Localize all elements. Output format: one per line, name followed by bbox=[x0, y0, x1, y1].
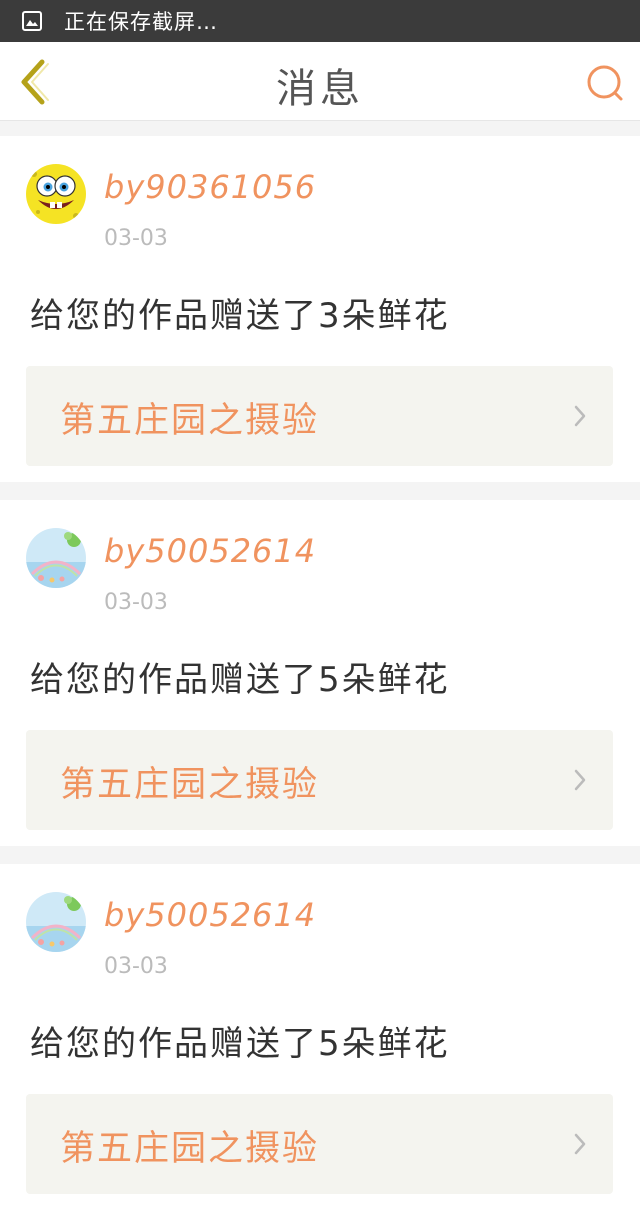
landscape-avatar-icon bbox=[26, 528, 86, 588]
username[interactable]: by50052614 bbox=[104, 532, 316, 570]
spongebob-avatar-icon bbox=[26, 164, 86, 224]
message-card: by90361056 03-03 给您的作品赠送了3朵鲜花 第五庄园之摄验 bbox=[0, 136, 640, 482]
work-link[interactable]: 第五庄园之摄验 bbox=[26, 366, 613, 466]
message-date: 03-03 bbox=[104, 954, 168, 979]
message-text: 给您的作品赠送了3朵鲜花 bbox=[30, 296, 450, 336]
work-link[interactable]: 第五庄园之摄验 bbox=[26, 1094, 613, 1194]
work-title: 第五庄园之摄验 bbox=[60, 765, 320, 805]
message-text: 给您的作品赠送了5朵鲜花 bbox=[30, 1024, 450, 1064]
work-link[interactable]: 第五庄园之摄验 bbox=[26, 730, 613, 830]
page-title: 消息 bbox=[276, 66, 364, 112]
message-card: by50052614 03-03 给您的作品赠送了5朵鲜花 第五庄园之摄验 bbox=[0, 864, 640, 1210]
message-card: by50052614 03-03 给您的作品赠送了5朵鲜花 第五庄园之摄验 bbox=[0, 500, 640, 846]
message-date: 03-03 bbox=[104, 226, 168, 251]
app-header: 消息 bbox=[0, 42, 640, 121]
message-text: 给您的作品赠送了5朵鲜花 bbox=[30, 660, 450, 700]
search-icon bbox=[587, 65, 623, 101]
user-avatar[interactable] bbox=[26, 528, 86, 588]
chevron-right-icon bbox=[574, 1133, 586, 1155]
chevron-right-icon bbox=[574, 769, 586, 791]
username[interactable]: by90361056 bbox=[104, 168, 316, 206]
user-avatar[interactable] bbox=[26, 164, 86, 224]
status-bar: 正在保存截屏… bbox=[0, 0, 640, 42]
username[interactable]: by50052614 bbox=[104, 896, 316, 934]
search-button[interactable] bbox=[584, 62, 626, 104]
work-title: 第五庄园之摄验 bbox=[60, 1129, 320, 1169]
chevron-right-icon bbox=[574, 405, 586, 427]
user-avatar[interactable] bbox=[26, 892, 86, 952]
message-date: 03-03 bbox=[104, 590, 168, 615]
landscape-avatar-icon bbox=[26, 892, 86, 952]
work-title: 第五庄园之摄验 bbox=[60, 401, 320, 441]
image-icon bbox=[22, 11, 42, 31]
status-text: 正在保存截屏… bbox=[64, 10, 218, 34]
